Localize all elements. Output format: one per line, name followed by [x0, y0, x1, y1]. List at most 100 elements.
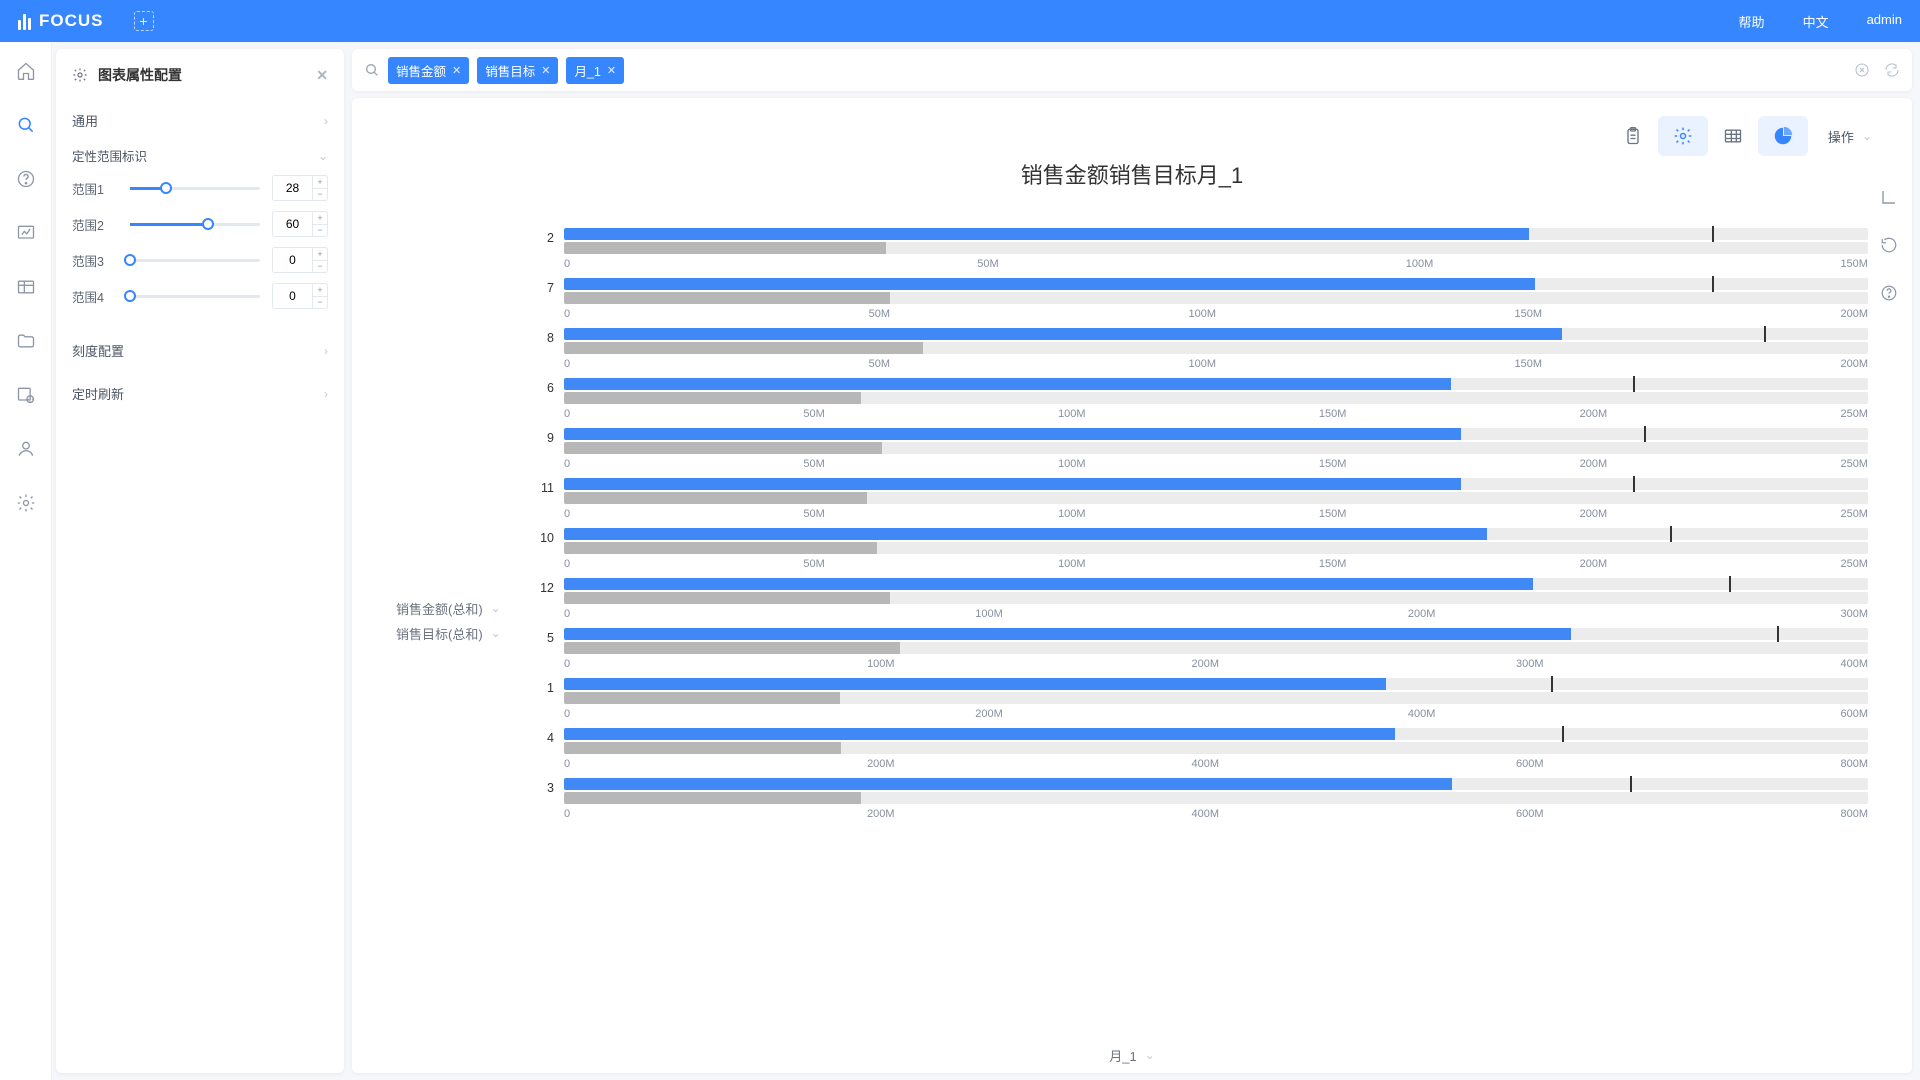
add-tab-button[interactable]: +	[134, 11, 154, 31]
range-input[interactable]	[272, 247, 312, 273]
section-ranges-head[interactable]: 定性范围标识 ⌄	[72, 146, 328, 165]
tag-holder: 销售金额✕ 销售目标✕ 月_1✕	[388, 57, 624, 84]
section-scale[interactable]: 刻度配置 ›	[56, 329, 344, 372]
bullet-actual-track[interactable]	[564, 478, 1868, 490]
bullet-axis: 050M100M150M200M	[564, 308, 1868, 320]
action-menu[interactable]: 操作 ⌄	[1828, 127, 1872, 146]
bullet-axis: 0100M200M300M400M	[564, 658, 1868, 670]
help-link[interactable]: 帮助	[1739, 12, 1765, 31]
legend-target[interactable]: 销售目标(总和)⌄	[396, 624, 526, 643]
bullet-target-track[interactable]	[564, 692, 1868, 704]
user-icon[interactable]	[15, 438, 37, 460]
tag-close-icon[interactable]: ✕	[452, 64, 461, 77]
close-icon[interactable]: ✕	[316, 67, 328, 84]
range-input[interactable]	[272, 211, 312, 237]
bullet-target-track[interactable]	[564, 592, 1868, 604]
bullet-bars: 050M100M150M200M	[564, 328, 1868, 370]
bullet-target-track[interactable]	[564, 442, 1868, 454]
refresh-icon[interactable]	[1884, 62, 1900, 78]
bullet-actual-track[interactable]	[564, 678, 1868, 690]
spin-down[interactable]: −	[312, 224, 328, 237]
app-logo[interactable]: FOCUS	[18, 11, 104, 31]
range-slider[interactable]	[130, 187, 260, 190]
bullet-axis: 050M100M150M200M250M	[564, 458, 1868, 470]
bullet-target-track[interactable]	[564, 492, 1868, 504]
main: 销售金额✕销售目标✕月_1✕ 操作 ⌄ 销售金额销售目标月_1 销售金	[344, 42, 1920, 1080]
chevron-right-icon: ›	[324, 344, 328, 358]
spin-up[interactable]: +	[312, 283, 328, 296]
spin-down[interactable]: −	[312, 188, 328, 201]
range-row: 范围1+−	[72, 175, 328, 201]
bullet-target-track[interactable]	[564, 792, 1868, 804]
bullet-actual-track[interactable]	[564, 378, 1868, 390]
spin-up[interactable]: +	[312, 175, 328, 188]
dashboard-icon[interactable]	[15, 222, 37, 244]
search-icon[interactable]	[15, 114, 37, 136]
bullet-actual-track[interactable]	[564, 628, 1868, 640]
table-view-icon[interactable]	[1708, 116, 1758, 156]
bullet-target-track[interactable]	[564, 242, 1868, 254]
lang-switch[interactable]: 中文	[1803, 12, 1829, 31]
bullet-actual-track[interactable]	[564, 528, 1868, 540]
table-icon[interactable]	[15, 276, 37, 298]
bullet-target-track[interactable]	[564, 642, 1868, 654]
bullet-actual-track[interactable]	[564, 328, 1868, 340]
bullet-target-track[interactable]	[564, 392, 1868, 404]
gear-icon[interactable]	[15, 492, 37, 514]
bullet-actual-track[interactable]	[564, 578, 1868, 590]
user-name[interactable]: admin	[1867, 12, 1902, 31]
canvas-right-rail	[1880, 188, 1898, 302]
question-icon[interactable]	[15, 168, 37, 190]
search-icon[interactable]	[364, 62, 380, 78]
bullets-container: 2050M100M150M7050M100M150M200M8050M100M1…	[526, 214, 1868, 1027]
bullet-row: 8050M100M150M200M	[526, 328, 1868, 370]
home-icon[interactable]	[15, 60, 37, 82]
bullet-actual-track[interactable]	[564, 278, 1868, 290]
bullet-actual-track[interactable]	[564, 728, 1868, 740]
range-slider[interactable]	[130, 223, 260, 226]
bullet-actual-track[interactable]	[564, 778, 1868, 790]
chart-settings-icon[interactable]	[1658, 116, 1708, 156]
range-input[interactable]	[272, 175, 312, 201]
help-icon[interactable]	[1880, 284, 1898, 302]
bullet-actual-track[interactable]	[564, 228, 1868, 240]
searchbar: 销售金额✕ 销售目标✕ 月_1✕	[352, 49, 1912, 91]
section-ranges-label: 定性范围标识	[72, 146, 147, 165]
legend-actual[interactable]: 销售金额(总和)⌄	[396, 599, 526, 618]
range-slider[interactable]	[130, 295, 260, 298]
tag-close-icon[interactable]: ✕	[607, 64, 616, 77]
search-tag[interactable]: 销售目标✕	[477, 57, 558, 84]
range-slider[interactable]	[130, 259, 260, 262]
bullet-target-track[interactable]	[564, 342, 1868, 354]
section-general[interactable]: 通用 ›	[56, 99, 344, 142]
bullet-row: 11050M100M150M200M250M	[526, 478, 1868, 520]
range-label: 范围4	[72, 287, 118, 306]
bullet-axis: 0100M200M300M	[564, 608, 1868, 620]
bullet-target-track[interactable]	[564, 742, 1868, 754]
spin-down[interactable]: −	[312, 260, 328, 273]
chart-footer[interactable]: 月_1 ⌄	[352, 1037, 1912, 1073]
bullet-target-track[interactable]	[564, 542, 1868, 554]
clipboard-icon[interactable]	[1608, 116, 1658, 156]
spin-up[interactable]: +	[312, 247, 328, 260]
range-input[interactable]	[272, 283, 312, 309]
bullet-target-track[interactable]	[564, 292, 1868, 304]
chart-canvas: 操作 ⌄ 销售金额销售目标月_1 销售金额(总和)⌄ 销售目标(总和)⌄ 205…	[352, 98, 1912, 1073]
folder-icon[interactable]	[15, 330, 37, 352]
spin-down[interactable]: −	[312, 296, 328, 309]
search-tag[interactable]: 月_1✕	[566, 57, 624, 84]
gear-data-icon[interactable]	[15, 384, 37, 406]
reload-icon[interactable]	[1880, 236, 1898, 254]
spin-up[interactable]: +	[312, 211, 328, 224]
axis-icon[interactable]	[1880, 188, 1898, 206]
range-spin: +−	[272, 247, 328, 273]
bullet-actual-track[interactable]	[564, 428, 1868, 440]
range-spin: +−	[272, 283, 328, 309]
section-refresh[interactable]: 定时刷新 ›	[56, 372, 344, 415]
bullet-axis: 0200M400M600M800M	[564, 808, 1868, 820]
section-general-label: 通用	[72, 111, 98, 130]
tag-close-icon[interactable]: ✕	[541, 64, 550, 77]
chart-view-icon[interactable]	[1758, 116, 1808, 156]
clear-search-icon[interactable]	[1854, 62, 1870, 78]
search-tag[interactable]: 销售金额✕	[388, 57, 469, 84]
